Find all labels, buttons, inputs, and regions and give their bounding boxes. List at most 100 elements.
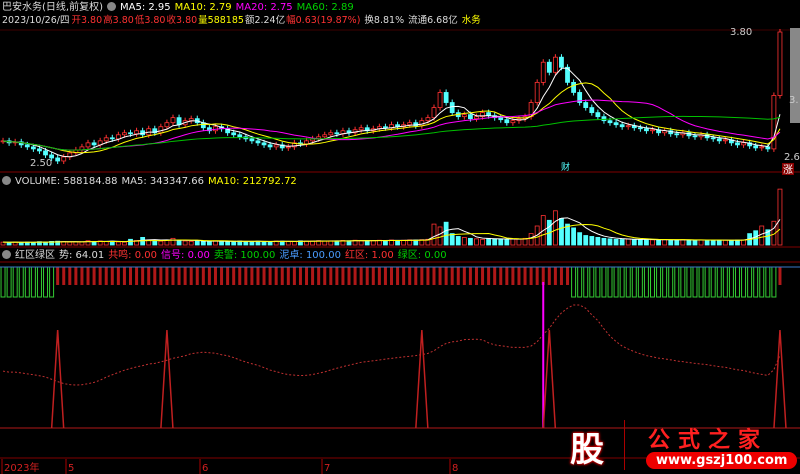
dropdown-icon[interactable] xyxy=(106,2,116,11)
volume-bar xyxy=(468,237,473,246)
candle-body xyxy=(249,138,255,142)
green-zone-bar xyxy=(6,266,12,298)
green-zone-bar xyxy=(698,266,704,298)
indicator-legend: 红区绿区 势: 64.01 共鸣: 0.00 信号: 0.00 卖警: 100.00 泥卓… xyxy=(2,250,451,262)
candle-body xyxy=(128,132,133,135)
red-zone-bar xyxy=(256,267,260,285)
red-zone-bar xyxy=(171,267,175,285)
volume-bar xyxy=(559,217,564,246)
red-zone-bar xyxy=(323,267,327,285)
red-zone-bar xyxy=(468,267,472,285)
volume-bar xyxy=(674,239,680,246)
x-axis-label: 2023年 xyxy=(4,461,39,474)
volume-bar xyxy=(510,238,516,246)
candle-body xyxy=(407,122,413,126)
red-zone-bar xyxy=(286,267,290,285)
volume-bar xyxy=(735,239,740,246)
red-zone-bar xyxy=(462,267,466,285)
red-zone-bar xyxy=(98,267,102,285)
red-zone-bar xyxy=(420,267,424,285)
change-value: 0.63(19.87%) xyxy=(295,15,361,26)
volume-bar xyxy=(474,238,479,246)
red-zone-bar xyxy=(559,267,563,285)
candle-body xyxy=(534,81,540,103)
candle-body xyxy=(176,117,182,126)
volume-bar xyxy=(595,236,601,246)
red-zone-bar xyxy=(298,267,302,285)
candle-body xyxy=(55,157,61,162)
red-zone-bar xyxy=(201,267,205,285)
volume-bar xyxy=(437,226,443,246)
volume-value: VOLUME: 588184.88 xyxy=(15,176,118,187)
green-zone-bar xyxy=(686,266,692,298)
candle-body xyxy=(540,61,546,83)
candle-body xyxy=(304,140,309,145)
volume-bar xyxy=(486,237,492,246)
green-zone-bar xyxy=(741,266,747,298)
volume-bar xyxy=(200,240,206,246)
volume-bar xyxy=(128,238,133,246)
volume-bar xyxy=(449,233,455,246)
red-zone-bar xyxy=(250,267,254,285)
volume-bar xyxy=(188,240,194,246)
candle-body xyxy=(158,126,164,134)
volume-bar xyxy=(225,241,231,246)
ma5-label: MA5: 2.95 xyxy=(119,2,171,13)
red-zone-bar xyxy=(566,267,570,285)
volume-bar xyxy=(722,239,728,246)
volume-bar xyxy=(619,239,625,246)
volume-bar xyxy=(686,239,692,246)
indicator-xinhao: 信号: 0.00 xyxy=(161,250,210,261)
green-zone-bar xyxy=(0,266,6,298)
green-zone-bar xyxy=(601,266,607,298)
candle-body xyxy=(510,120,516,124)
candle-body xyxy=(613,122,619,126)
candle-body xyxy=(237,134,243,138)
vol-value: 588185 xyxy=(207,15,244,26)
volume-bar xyxy=(249,241,255,246)
candle-body xyxy=(741,142,746,146)
price-right-label: 3. xyxy=(789,95,799,106)
dropdown-icon[interactable] xyxy=(2,176,11,185)
indicator-nizhuo: 泥卓: 100.00 xyxy=(279,250,341,261)
red-zone-bar xyxy=(383,267,387,285)
candle-body xyxy=(619,124,625,128)
candle-body xyxy=(255,140,261,144)
red-zone-bar xyxy=(517,267,521,285)
volume-bar xyxy=(194,240,200,246)
red-zone-bar xyxy=(311,267,315,285)
volume-bar xyxy=(291,241,297,246)
logo-url: www.gszj100.com xyxy=(646,452,798,469)
candle-body xyxy=(625,125,631,128)
candle-body xyxy=(753,145,759,149)
volume-bar xyxy=(583,235,589,246)
volume-bar xyxy=(170,237,176,246)
candle-body xyxy=(777,31,783,96)
finance-marker: 财 xyxy=(561,161,570,173)
volume-bar xyxy=(631,239,637,246)
indicator-hongqu: 红区: 1.00 xyxy=(344,250,394,261)
stock-chart: 3.80 2.50 3. 2.6 财 涨 2023年 5 6 7 8 xyxy=(0,27,800,474)
volume-bar xyxy=(607,238,613,246)
candle-body xyxy=(425,117,431,122)
volume-bar xyxy=(30,242,36,246)
volume-bar xyxy=(692,239,698,246)
candle-body xyxy=(103,137,109,142)
indicator-shi: 势: 64.01 xyxy=(59,250,105,261)
red-zone-bar xyxy=(778,267,782,285)
red-zone-bar xyxy=(68,267,72,285)
logo-name: 公式之家 xyxy=(648,427,769,453)
candle-body xyxy=(122,132,127,136)
change-label: 幅 xyxy=(286,15,296,26)
volume-bar xyxy=(285,240,291,246)
candle-body xyxy=(449,102,455,114)
candle-body xyxy=(273,144,279,148)
dropdown-icon[interactable] xyxy=(2,250,11,259)
high-value: 3.80 xyxy=(112,15,134,26)
green-zone-bar xyxy=(49,266,55,298)
volume-bar xyxy=(383,240,388,246)
volume-bar xyxy=(431,223,437,246)
candle-body xyxy=(188,118,194,122)
red-zone-bar xyxy=(329,267,333,285)
red-zone-bar xyxy=(341,267,345,285)
